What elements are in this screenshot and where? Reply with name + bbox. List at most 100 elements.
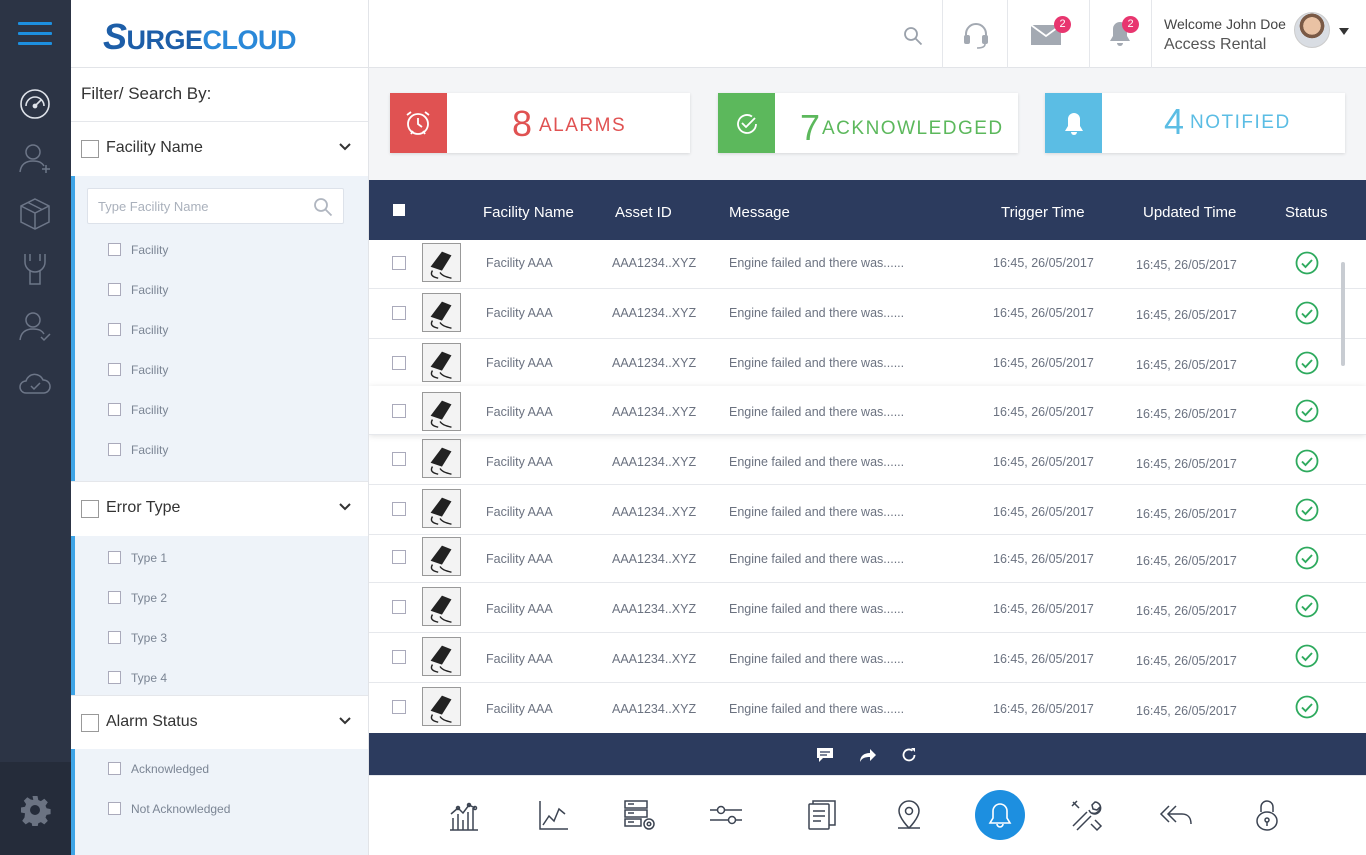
facility-option[interactable]: Facility [108,322,168,337]
option-checkbox[interactable] [108,403,121,417]
error-type-option[interactable]: Type 1 [108,550,167,565]
option-checkbox[interactable] [108,551,121,565]
error-type-option[interactable]: Type 4 [108,670,167,685]
lock-icon[interactable] [1251,798,1285,832]
support-button[interactable] [942,0,1007,68]
alarms-nav-button[interactable] [975,790,1025,840]
error-type-option[interactable]: Type 3 [108,630,167,645]
cell-facility: Facility AAA [486,505,553,519]
sliders-icon[interactable] [709,798,743,832]
row-checkbox[interactable] [392,502,406,516]
option-checkbox[interactable] [108,631,121,645]
col-updated-time[interactable]: Updated Time [1143,204,1236,221]
avatar[interactable] [1294,12,1330,48]
row-checkbox[interactable] [392,306,406,320]
facility-option[interactable]: Facility [108,282,168,297]
col-trigger-time[interactable]: Trigger Time [1001,204,1085,221]
row-checkbox[interactable] [392,700,406,714]
error-type-option[interactable]: Type 2 [108,590,167,605]
facility-section-label: Facility Name [106,139,203,156]
option-checkbox[interactable] [108,671,121,685]
facility-option[interactable]: Facility [108,402,168,417]
table-row[interactable]: Facility AAA AAA1234..XYZ Engine failed … [369,340,1366,389]
facility-section-header[interactable]: Facility Name [71,121,368,175]
line-chart-icon[interactable] [536,798,570,832]
option-checkbox[interactable] [108,443,121,457]
table-row[interactable]: Facility AAA AAA1234..XYZ Engine failed … [369,534,1366,583]
option-checkbox[interactable] [108,323,121,337]
table-row[interactable]: Facility AAA AAA1234..XYZ Engine failed … [369,584,1366,633]
option-checkbox[interactable] [108,802,121,816]
row-checkbox[interactable] [392,404,406,418]
location-icon[interactable] [892,798,926,832]
alarms-count: 8 [512,103,533,144]
chevron-down-icon[interactable] [338,500,352,514]
settings-icon[interactable] [19,794,51,828]
chevron-down-icon[interactable] [338,714,352,728]
box-icon[interactable] [17,196,53,232]
user-check-icon[interactable] [17,308,53,344]
dashboard-icon[interactable] [17,86,53,122]
table-row[interactable]: Facility AAA AAA1234..XYZ Engine failed … [369,684,1366,733]
messages-button[interactable]: 2 [1007,0,1089,68]
facility-select-all-checkbox[interactable] [81,140,99,158]
acknowledged-card[interactable]: 7 ACKNOWLEDGED [718,93,1018,153]
menu-icon[interactable] [18,22,52,46]
alarm-status-option[interactable]: Acknowledged [108,761,209,776]
option-checkbox[interactable] [108,762,121,776]
option-checkbox[interactable] [108,283,121,297]
reply-all-icon[interactable] [1159,798,1193,832]
facility-option[interactable]: Facility [108,442,168,457]
search-icon[interactable] [313,197,333,217]
col-facility-name[interactable]: Facility Name [483,204,574,221]
notifications-button[interactable]: 2 [1089,0,1151,68]
table-row[interactable]: Facility AAA AAA1234..XYZ Engine failed … [369,290,1366,339]
row-checkbox[interactable] [392,600,406,614]
cell-updated-time: 16:45, 26/05/2017 [1136,507,1237,521]
row-checkbox[interactable] [392,452,406,466]
col-asset-id[interactable]: Asset ID [615,204,672,221]
table-scrollbar[interactable] [1341,262,1345,366]
server-settings-icon[interactable] [623,798,657,832]
cloud-check-icon[interactable] [17,366,53,402]
col-status[interactable]: Status [1285,204,1328,221]
report-icon[interactable] [805,798,839,832]
table-row[interactable]: Facility AAA AAA1234..XYZ Engine failed … [369,634,1366,683]
asset-thumbnail [422,439,461,478]
row-checkbox[interactable] [392,356,406,370]
table-row[interactable]: Facility AAA AAA1234..XYZ Engine failed … [369,240,1366,289]
refresh-icon[interactable] [900,747,918,763]
search-icon[interactable] [903,26,923,46]
option-checkbox[interactable] [108,363,121,377]
row-checkbox[interactable] [392,650,406,664]
facility-search-input[interactable] [88,189,303,223]
option-checkbox[interactable] [108,243,121,257]
tools-icon[interactable] [1069,798,1103,832]
error-type-select-all-checkbox[interactable] [81,500,99,518]
wrench-icon[interactable] [17,251,53,287]
add-user-icon[interactable] [17,140,53,176]
comment-icon[interactable] [816,747,834,763]
error-type-section-header[interactable]: Error Type [71,481,368,535]
surgecloud-logo[interactable]: SURGECLOUD [103,16,297,58]
table-row[interactable]: Facility AAA AAA1234..XYZ Engine failed … [369,436,1366,485]
table-row[interactable]: Facility AAA AAA1234..XYZ Engine failed … [369,386,1366,435]
select-all-checkbox[interactable] [393,204,405,216]
col-message[interactable]: Message [729,204,790,221]
caret-down-icon[interactable] [1339,28,1349,36]
row-checkbox[interactable] [392,256,406,270]
row-checkbox[interactable] [392,550,406,564]
facility-option[interactable]: Facility [108,242,168,257]
facility-option[interactable]: Facility [108,362,168,377]
cell-asset-id: AAA1234..XYZ [612,702,697,716]
alarm-status-option[interactable]: Not Acknowledged [108,801,230,816]
chevron-down-icon[interactable] [338,140,352,154]
option-checkbox[interactable] [108,591,121,605]
alarm-status-select-all-checkbox[interactable] [81,714,99,732]
alarms-card[interactable]: 8 ALARMS [390,93,690,153]
forward-icon[interactable] [859,747,877,763]
alarm-status-section-header[interactable]: Alarm Status [71,695,368,749]
analytics-icon[interactable] [447,798,481,832]
notified-card[interactable]: 4 NOTIFIED [1045,93,1345,153]
table-row[interactable]: Facility AAA AAA1234..XYZ Engine failed … [369,486,1366,535]
